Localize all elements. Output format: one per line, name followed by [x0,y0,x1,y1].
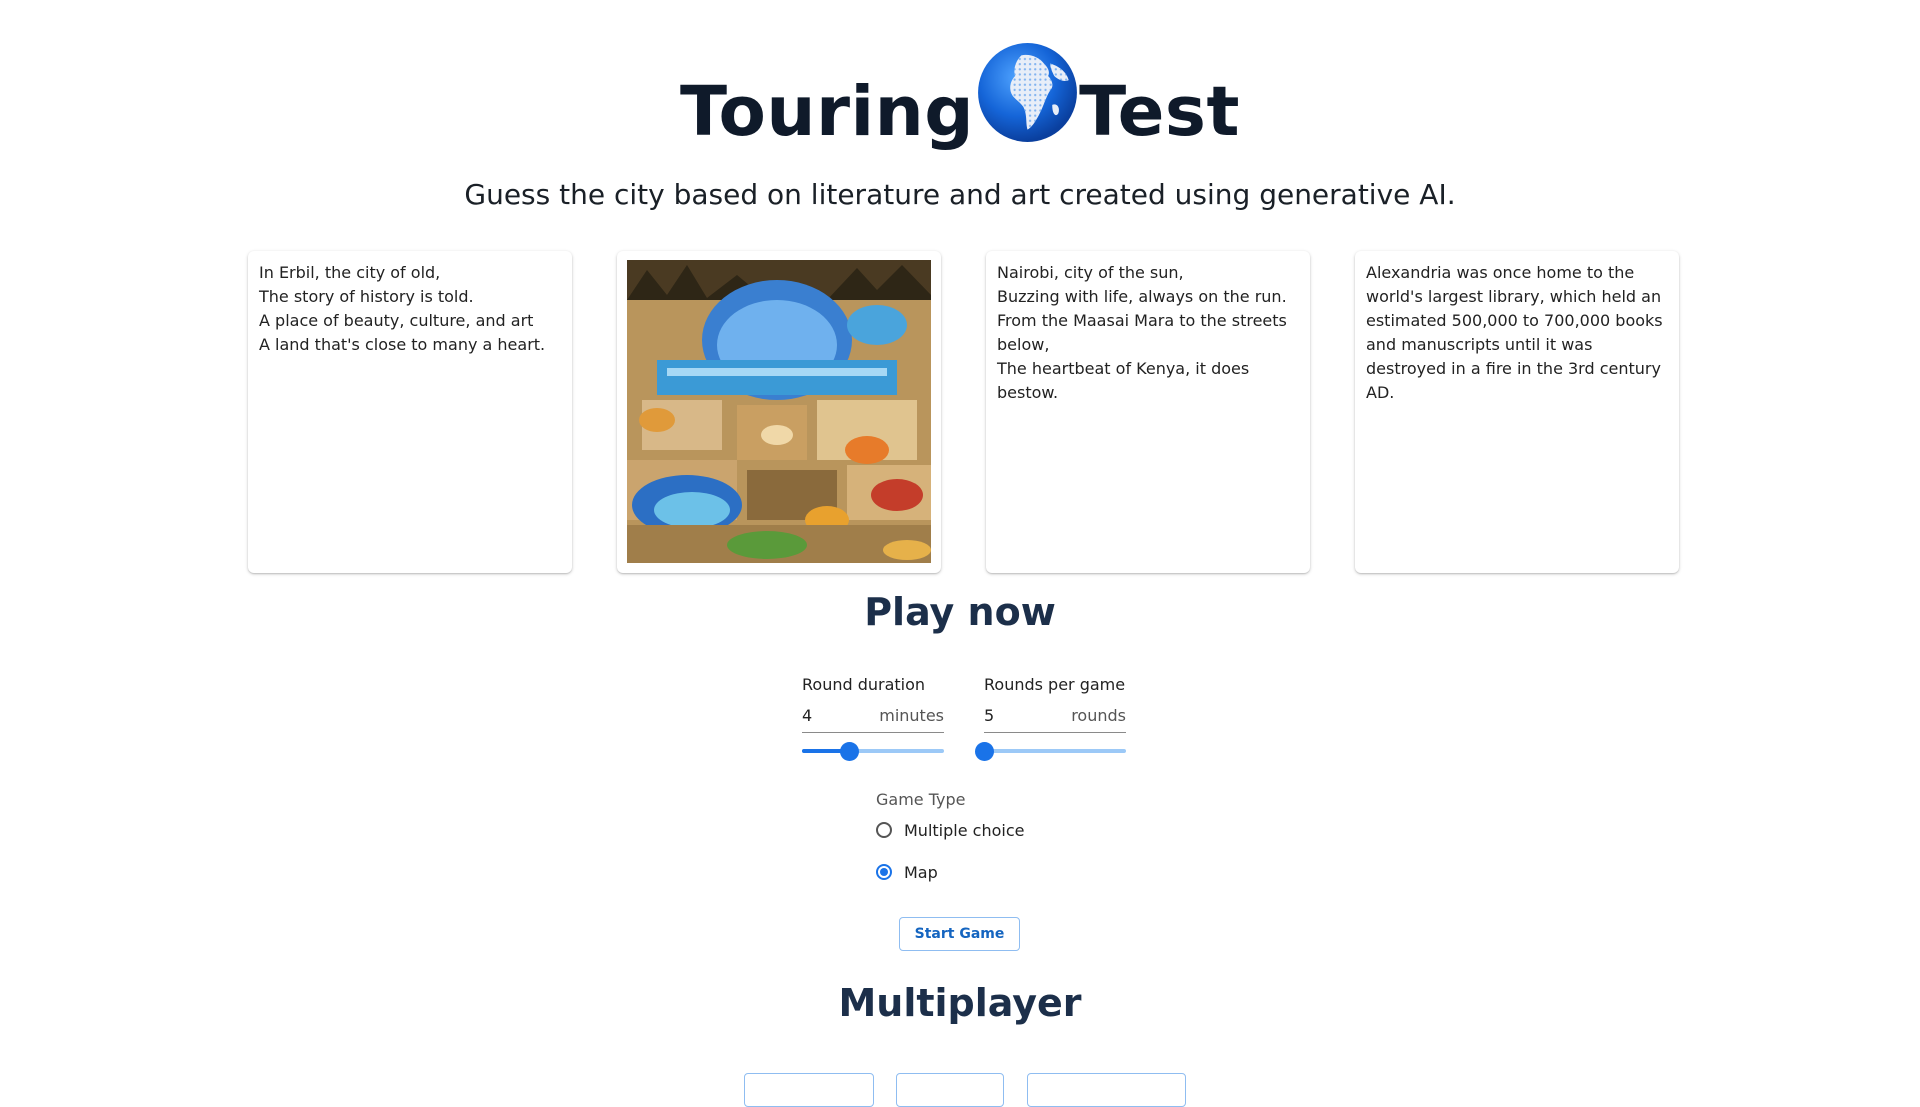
radio-checked-icon[interactable] [876,864,892,880]
rounds-per-game-slider[interactable] [975,741,1126,761]
app-title: Touring Test [680,38,1240,147]
round-duration-field[interactable]: 4 minutes [802,706,944,733]
radio-unchecked-icon[interactable] [876,822,892,838]
multiplayer-button[interactable] [1027,1073,1186,1107]
card-line: The story of history is told. [259,287,474,306]
globe-icon [978,43,1078,142]
round-duration-slider[interactable] [802,741,944,761]
card-line: Nairobi, city of the sun, [997,263,1184,282]
radio-label[interactable]: Multiple choice [904,821,1024,840]
rounds-per-game-field[interactable]: 5 rounds [984,706,1126,733]
hero: Touring Test [0,38,1920,147]
multiplayer-heading: Multiplayer [838,981,1082,1025]
radio-multiple-choice[interactable]: Multiple choice [876,809,1024,851]
slider-thumb[interactable] [975,742,994,761]
card-line: A place of beauty, culture, and art [259,311,534,330]
card-text: Alexandria was once home to the world's … [1366,263,1663,402]
rounds-per-game-unit: rounds [1071,706,1126,725]
slider-track[interactable] [984,749,1126,753]
round-duration-unit: minutes [879,706,944,725]
radio-map[interactable]: Map [876,851,1024,893]
clue-card-painting [617,251,941,573]
radio-dot [880,868,888,876]
clue-card-poem-erbil: In Erbil, the city of old, The story of … [248,251,572,573]
card-line: A land that's close to many a heart. [259,335,546,354]
rounds-per-game-setting: Rounds per game 5 rounds [975,675,1126,761]
clue-card-fact-alexandria: Alexandria was once home to the world's … [1355,251,1679,573]
round-duration-setting: Round duration 4 minutes [802,675,944,761]
rounds-per-game-label: Rounds per game [984,675,1126,694]
multiplayer-button[interactable] [896,1073,1004,1107]
card-line: From the Maasai Mara to the streets belo… [997,311,1287,354]
title-part-2: Test [1079,72,1240,152]
slider-thumb[interactable] [839,742,859,761]
card-line: In Erbil, the city of old, [259,263,441,282]
card-line: Buzzing with life, always on the run. [997,287,1287,306]
game-type-group: Game Type Multiple choice Map [876,790,1024,893]
start-game-button[interactable]: Start Game [899,917,1020,951]
rounds-per-game-value[interactable]: 5 [984,706,994,732]
subtitle: Guess the city based on literature and a… [464,178,1456,211]
round-duration-label: Round duration [802,675,926,694]
title-part-1: Touring [680,72,975,152]
radio-label[interactable]: Map [904,863,938,882]
card-line: The heartbeat of Kenya, it does bestow. [997,359,1250,402]
play-now-heading: Play now [864,590,1056,634]
clue-card-poem-nairobi: Nairobi, city of the sun, Buzzing with l… [986,251,1310,573]
round-duration-value[interactable]: 4 [802,706,812,732]
game-type-label: Game Type [876,790,966,809]
clue-cards: In Erbil, the city of old, The story of … [248,251,1679,573]
multiplayer-button[interactable] [744,1073,874,1107]
city-painting-image [627,260,931,563]
